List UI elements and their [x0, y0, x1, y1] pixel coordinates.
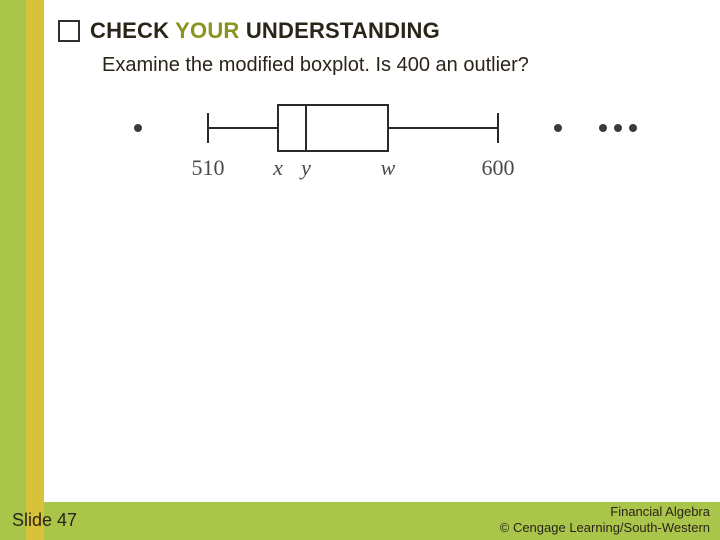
outlier-dot	[134, 124, 142, 132]
box-rect	[278, 105, 388, 151]
heading-square-icon	[58, 20, 80, 42]
heading-suffix: UNDERSTANDING	[246, 18, 440, 43]
outlier-dot	[614, 124, 622, 132]
heading-accent: YOUR	[169, 18, 246, 43]
outlier-dot	[554, 124, 562, 132]
whisker-high-label: 600	[482, 155, 515, 180]
boxplot-figure: 510 x y w 600	[98, 93, 658, 208]
median-label: y	[299, 155, 311, 180]
outlier-dot	[629, 124, 637, 132]
accent-stripe	[26, 0, 44, 540]
q3-label: w	[381, 155, 396, 180]
outlier-dot	[599, 124, 607, 132]
copyright-line1: Financial Algebra	[500, 504, 710, 520]
copyright-line2: © Cengage Learning/South-Western	[500, 520, 710, 536]
q1-label: x	[272, 155, 283, 180]
boxplot-svg: 510 x y w 600	[98, 93, 658, 203]
slide-number: Slide 47	[12, 510, 77, 531]
slide: CHECK YOUR UNDERSTANDING Examine the mod…	[0, 0, 720, 540]
slide-footer: Slide 47 Financial Algebra © Cengage Lea…	[0, 502, 720, 540]
whisker-low-label: 510	[192, 155, 225, 180]
copyright-block: Financial Algebra © Cengage Learning/Sou…	[500, 504, 710, 537]
heading-row: CHECK YOUR UNDERSTANDING	[58, 18, 720, 44]
slide-content: CHECK YOUR UNDERSTANDING Examine the mod…	[44, 0, 720, 502]
page-title: CHECK YOUR UNDERSTANDING	[90, 18, 440, 44]
question-text: Examine the modified boxplot. Is 400 an …	[102, 54, 720, 77]
heading-prefix: CHECK	[90, 18, 169, 43]
